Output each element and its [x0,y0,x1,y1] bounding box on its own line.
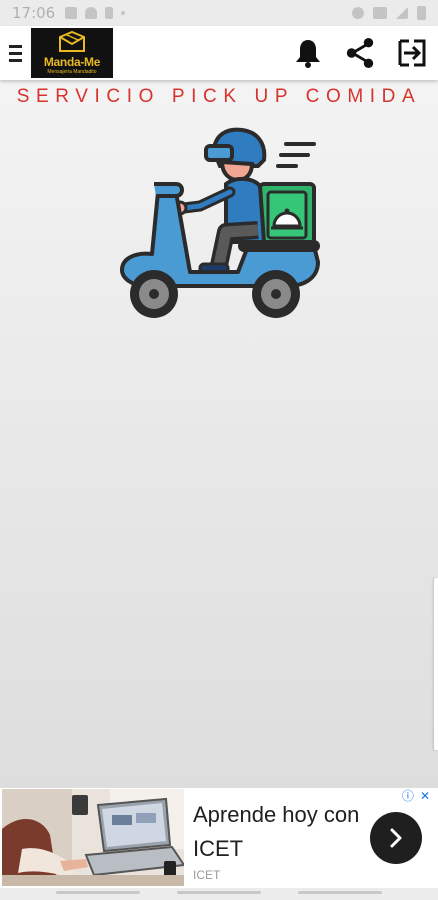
nav-back-button[interactable] [298,891,382,894]
status-time: 17:06 [12,4,56,22]
more-dot-icon [121,11,126,15]
status-notification-icons [65,7,126,19]
download-icon [105,7,114,19]
menu-button[interactable] [0,26,30,80]
ad-info-icon[interactable]: ⓘ [402,790,414,802]
app-logo: Manda-Me Mensajeria Mandadito [31,28,113,78]
share-button[interactable] [344,37,376,69]
share-icon [346,37,374,69]
edge-panel-handle[interactable] [434,578,438,750]
ad-banner[interactable]: Aprende hoy con ICET ICET ⓘ ✕ [0,788,438,888]
status-bar: 17:06 [0,0,438,26]
menu-icon-bar [8,51,22,55]
ad-open-button[interactable] [370,812,422,864]
battery-icon [417,6,426,20]
system-navigation-bar [0,888,438,900]
ad-image[interactable] [2,789,184,886]
status-system-icons [352,6,426,20]
ad-choices: ⓘ ✕ [402,790,430,802]
app-bar: Manda-Me Mensajeria Mandadito [0,26,438,80]
menu-icon-bar [8,58,22,62]
page-title: SERVICIO PICK UP COMIDA [16,86,422,107]
alarm-icon [352,7,364,19]
delivery-scooter-illustration [120,127,320,318]
laptop-photo [2,789,184,886]
ad-headline[interactable]: Aprende hoy con ICET [193,798,373,866]
logo-title: Manda-Me [43,55,101,69]
nav-home-button[interactable] [177,891,261,894]
ad-advertiser: ICET [193,868,221,882]
nav-recents-button[interactable] [56,891,140,894]
logo-subtitle: Mensajeria Mandadito [47,69,97,75]
notification-icon [85,7,98,19]
logout-icon [398,39,426,67]
chevron-right-icon [390,828,402,848]
wifi-icon [373,7,387,19]
gallery-icon [65,7,78,19]
app-bar-actions [292,37,438,69]
signal-icon [396,7,408,19]
menu-icon [8,44,22,48]
logout-button[interactable] [396,37,428,69]
bell-icon [296,40,320,68]
ad-close-icon[interactable]: ✕ [420,790,430,802]
notifications-button[interactable] [292,37,324,69]
envelope-box-logo-icon [59,31,85,52]
